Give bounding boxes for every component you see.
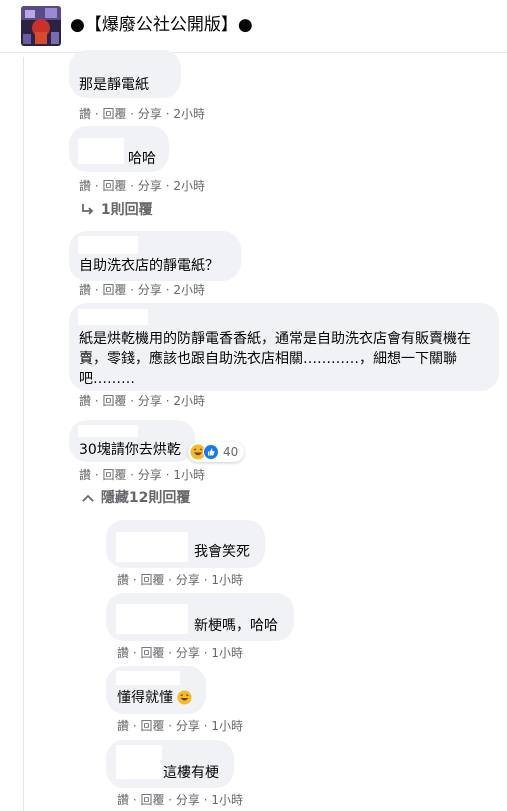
view-replies-label: 1則回覆 (100, 202, 153, 218)
group-title[interactable]: ●【爆廢公社公開版】● (70, 13, 253, 37)
comment-text: 自助洗衣店的靜電紙？ (79, 258, 219, 274)
redacted-name (116, 745, 162, 779)
reply-text: 這樓有梗 (163, 765, 219, 781)
thread-line (23, 57, 24, 811)
reaction-summary[interactable]: 40 (188, 442, 245, 462)
view-replies-link[interactable]: 1則回覆 (80, 201, 153, 222)
reply-arrow-icon (80, 203, 96, 222)
redacted-name (78, 425, 138, 437)
redacted-name (78, 236, 138, 254)
reply-actions[interactable]: 讚 · 回覆 · 分享 · 1小時 (117, 645, 243, 661)
chevron-up-icon (80, 491, 96, 510)
reply-actions[interactable]: 讚 · 回覆 · 分享 · 1小時 (117, 572, 243, 588)
comment-text: 那是靜電紙 (79, 77, 149, 93)
reply-actions[interactable]: 讚 · 回覆 · 分享 · 1小時 (117, 718, 243, 734)
redacted-name (78, 309, 148, 325)
redacted-name (116, 532, 188, 562)
hide-replies-link[interactable]: 隱藏12則回覆 (80, 489, 190, 510)
redacted-name (78, 138, 124, 164)
laughing-emoji-icon (177, 690, 192, 710)
comment-text: 30塊請你去烘乾 (79, 442, 181, 458)
reply-text: 我會笑死 (194, 544, 250, 560)
comment-actions[interactable]: 讚 · 回覆 · 分享 · 2小時 (79, 178, 205, 194)
redacted-name (116, 604, 188, 634)
comment-actions[interactable]: 讚 · 回覆 · 分享 · 1小時 (79, 467, 205, 483)
redacted-name (116, 671, 180, 685)
comment-text: 哈哈 (128, 151, 156, 167)
comment-actions[interactable]: 讚 · 回覆 · 分享 · 2小時 (79, 106, 205, 122)
group-header: ●【爆廢公社公開版】● (0, 0, 507, 53)
like-reaction-icon (203, 444, 219, 460)
reply-text: 懂得就懂 (117, 689, 192, 710)
comment-actions[interactable]: 讚 · 回覆 · 分享 · 2小時 (79, 393, 205, 409)
reaction-count: 40 (223, 445, 239, 459)
hide-replies-label: 隱藏12則回覆 (100, 490, 191, 506)
reply-actions[interactable]: 讚 · 回覆 · 分享 · 1小時 (117, 792, 243, 808)
reply-text: 新梗嗎，哈哈 (194, 618, 278, 634)
comment-text: 紙是烘乾機用的防靜電香香紙，通常是自助洗衣店會有販賣機在賣，零錢，應該也跟自助洗… (79, 331, 471, 387)
comment-actions[interactable]: 讚 · 回覆 · 分享 · 2小時 (79, 282, 205, 298)
reply-text-label: 懂得就懂 (117, 690, 173, 706)
group-avatar[interactable] (21, 6, 61, 46)
